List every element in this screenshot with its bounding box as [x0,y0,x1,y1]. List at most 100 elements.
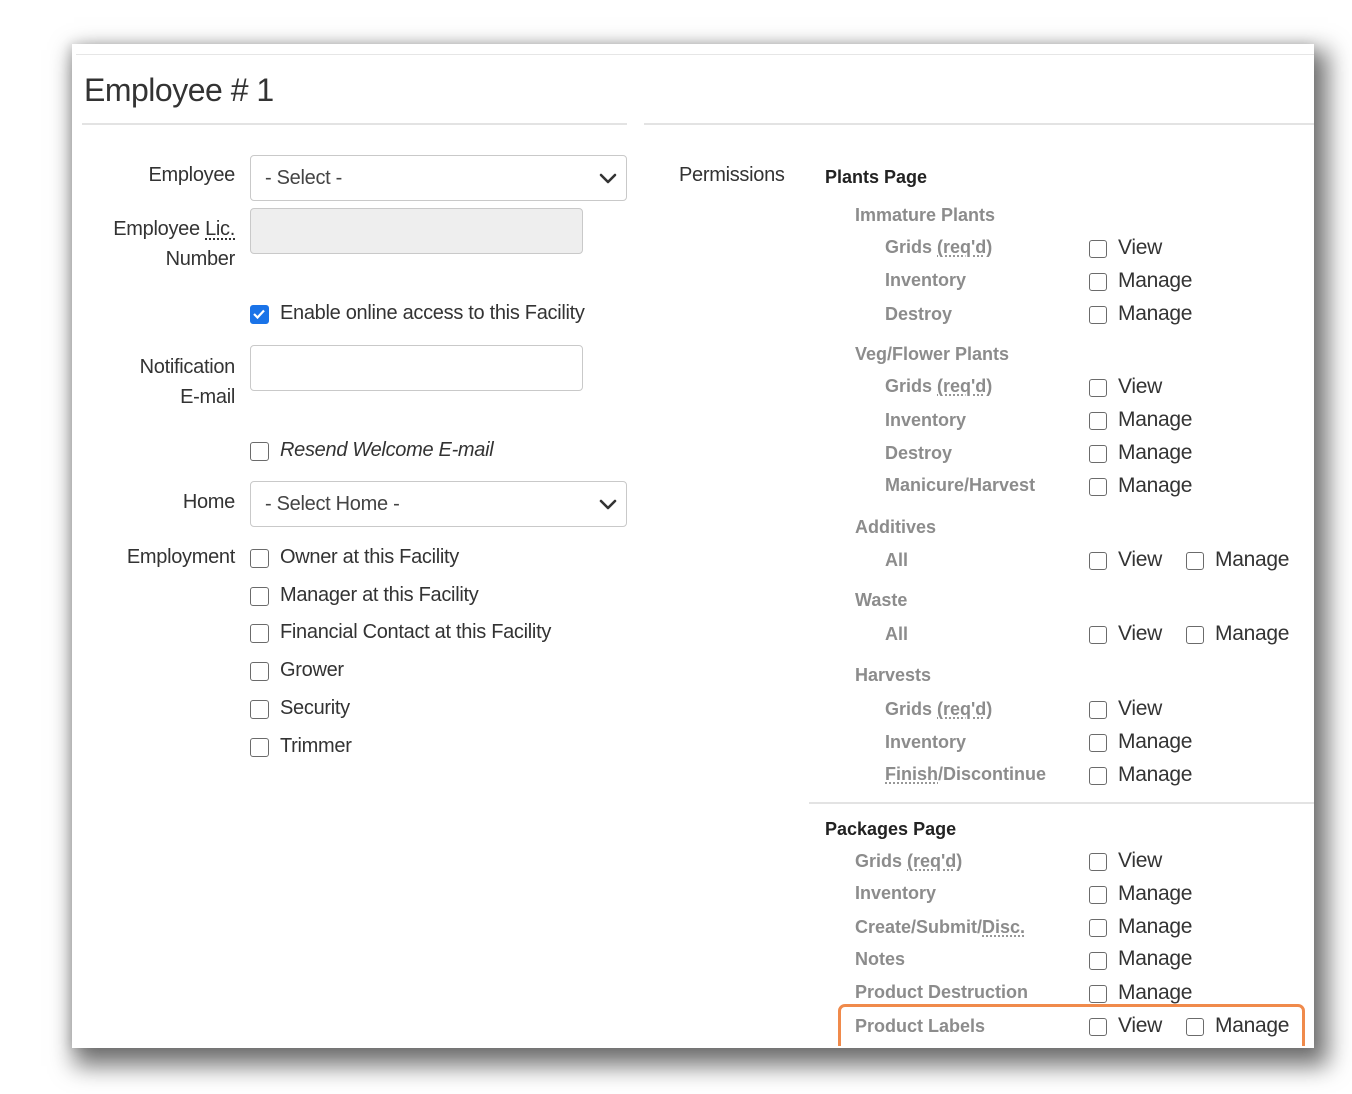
reqd-text: (req'd) [937,376,993,396]
immature-grids-label: Grids (req'd) [885,235,992,259]
manage-label: Manage [1118,474,1193,497]
packages-inventory-manage-checkbox[interactable] [1089,886,1107,904]
grids-text: Grids [885,237,938,257]
veg-manicure-harvest-label: Manicure/Harvest [885,475,1036,495]
immature-plants-heading: Immature Plants [855,205,996,225]
harvests-inventory-manage-checkbox[interactable] [1089,734,1107,752]
trimmer-label: Trimmer [280,735,352,757]
manage-label: Manage [1118,408,1193,431]
harvests-heading: Harvests [855,665,932,685]
disc-text: Disc. [982,917,1026,937]
harvests-grids-view-checkbox[interactable] [1089,701,1107,719]
veg-inventory-label: Inventory [885,410,967,430]
veg-manicure-manage-checkbox[interactable] [1089,478,1107,496]
view-label: View [1118,622,1162,645]
immature-inventory-label: Inventory [885,270,967,290]
additives-manage-checkbox[interactable] [1186,552,1204,570]
security-label: Security [280,697,350,719]
manage-label: Manage [1118,441,1193,464]
product-destruction-label: Product Destruction [855,982,1029,1002]
employee-select[interactable]: - Select - [250,155,627,201]
product-destruction-manage-checkbox[interactable] [1089,985,1107,1003]
manage-label: Manage [1215,622,1290,645]
manage-label: Manage [1215,1014,1290,1037]
chevron-down-icon [599,499,617,510]
harvests-inventory-label: Inventory [885,732,967,752]
reqd-text: (req'd) [907,851,963,871]
employee-label: Employee [148,164,235,186]
home-select-value: - Select Home - [265,493,400,515]
product-labels-label: Product Labels [855,1016,986,1036]
reqd-text: (req'd) [937,699,993,719]
chevron-down-icon [599,173,617,184]
waste-heading: Waste [855,590,908,610]
product-labels-manage-checkbox[interactable] [1186,1018,1204,1036]
check-icon [253,309,265,320]
grower-label: Grower [280,659,344,681]
grower-checkbox[interactable] [250,662,269,681]
manage-label: Manage [1118,882,1193,905]
lic-abbrev: Lic. [205,218,235,240]
security-checkbox[interactable] [250,700,269,719]
additives-heading: Additives [855,517,937,537]
permissions-label: Permissions [679,164,785,186]
financial-contact-checkbox[interactable] [250,624,269,643]
finish-text: Finish [885,764,938,784]
packages-grids-view-checkbox[interactable] [1089,853,1107,871]
veg-destroy-label: Destroy [885,443,953,463]
employee-select-value: - Select - [265,167,343,189]
trimmer-checkbox[interactable] [250,738,269,757]
home-select[interactable]: - Select Home - [250,481,627,527]
packages-inventory-label: Inventory [855,883,937,903]
notification-email-input[interactable] [250,345,583,391]
owner-label: Owner at this Facility [280,546,460,568]
manage-label: Manage [1118,981,1193,1004]
create-text: Create/Submit/ [855,917,983,937]
manage-label: Manage [1118,947,1193,970]
harvests-finish-manage-checkbox[interactable] [1089,767,1107,785]
packages-notes-manage-checkbox[interactable] [1089,952,1107,970]
employee-panel: Employee # 1 Employee - Select - Employe… [76,50,1314,1046]
veg-grids-view-checkbox[interactable] [1089,379,1107,397]
employment-label: Employment [126,546,235,568]
immature-grids-view-checkbox[interactable] [1089,240,1107,258]
packages-create-label: Create/Submit/Disc. [855,915,1025,939]
manage-label: Manage [1118,269,1193,292]
owner-checkbox[interactable] [250,549,269,568]
employee-lic-input[interactable] [250,208,583,254]
product-labels-view-checkbox[interactable] [1089,1018,1107,1036]
manager-checkbox[interactable] [250,587,269,606]
grids-text: Grids [885,699,938,719]
packages-grids-label: Grids (req'd) [855,849,962,873]
grids-text: Grids [885,376,938,396]
view-label: View [1118,697,1162,720]
veg-destroy-manage-checkbox[interactable] [1089,445,1107,463]
lic-label-text: Employee [113,218,206,240]
manage-label: Manage [1118,730,1193,753]
resend-welcome-label: Resend Welcome E-mail [280,439,494,461]
view-label: View [1118,849,1162,872]
immature-destroy-manage-checkbox[interactable] [1089,306,1107,324]
waste-all-label: All [885,624,909,644]
page-title: Employee # 1 [84,72,274,108]
home-label: Home [182,491,235,513]
title-divider-left [82,123,627,125]
immature-inventory-manage-checkbox[interactable] [1089,273,1107,291]
packages-create-manage-checkbox[interactable] [1089,919,1107,937]
immature-destroy-label: Destroy [885,304,953,324]
waste-manage-checkbox[interactable] [1186,626,1204,644]
manage-label: Manage [1118,302,1193,325]
email-label-text: E-mail [180,386,235,408]
resend-welcome-checkbox[interactable] [250,442,269,461]
additives-view-checkbox[interactable] [1089,552,1107,570]
title-divider-right [644,123,1314,125]
packages-notes-label: Notes [855,949,906,969]
number-label-text: Number [165,248,236,270]
waste-view-checkbox[interactable] [1089,626,1107,644]
packages-divider [809,802,1314,804]
financial-contact-label: Financial Contact at this Facility [280,621,552,643]
manager-label: Manager at this Facility [280,584,479,606]
veg-inventory-manage-checkbox[interactable] [1089,412,1107,430]
online-access-checkbox[interactable] [250,305,269,324]
view-label: View [1118,548,1162,571]
